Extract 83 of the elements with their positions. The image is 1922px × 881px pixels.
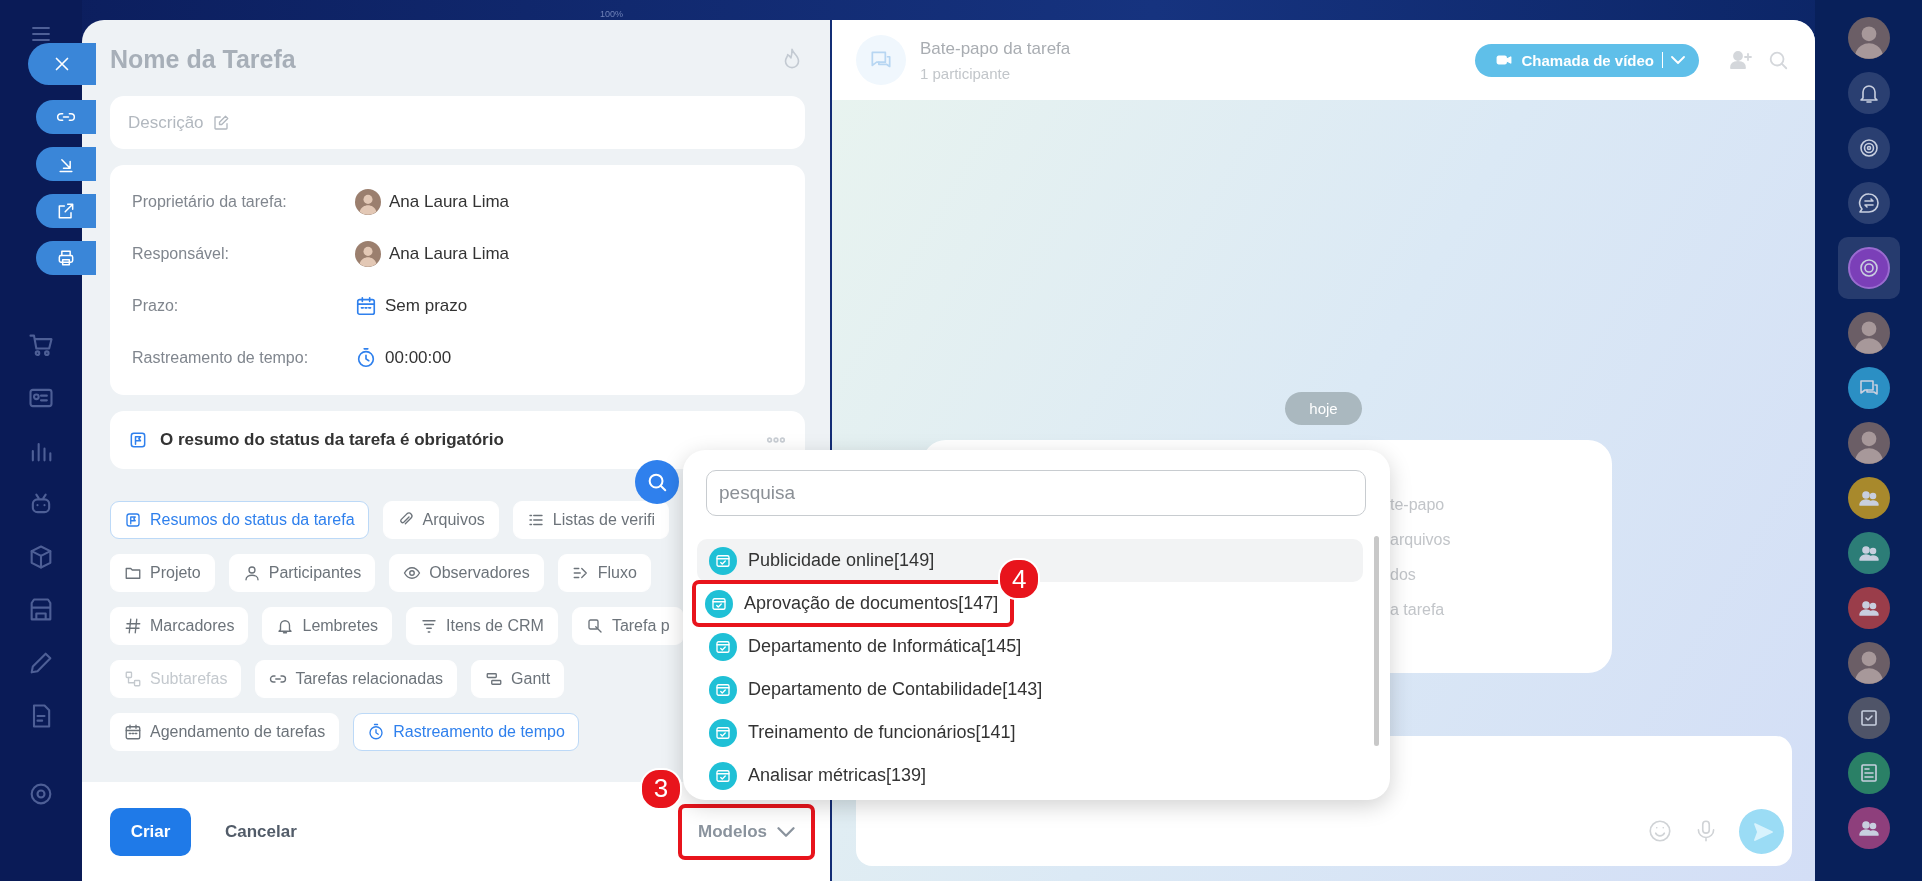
option-chip[interactable]: Lembretes	[262, 607, 393, 645]
field-value: 00:00:00	[385, 348, 452, 368]
option-chip[interactable]: Itens de CRM	[406, 607, 558, 645]
step-number-badge: 3	[640, 767, 683, 810]
template-item[interactable]: Treinamento de funcionários[141]	[697, 711, 1363, 754]
option-chip[interactable]: Projeto	[110, 554, 215, 592]
swap-icon	[1856, 191, 1881, 215]
assistant-button[interactable]	[1847, 247, 1890, 289]
chat-title: Bate-papo da tarefa	[920, 38, 1072, 59]
chat-button[interactable]	[1847, 367, 1890, 409]
download-button[interactable]	[36, 147, 96, 181]
person-icon	[242, 564, 261, 582]
chevron-icon	[777, 826, 795, 837]
message-line: arquivos	[1390, 531, 1452, 550]
search-icon	[646, 471, 668, 493]
option-chip[interactable]: Observadores	[389, 554, 544, 592]
templates-button[interactable]: Modelos	[692, 813, 801, 850]
zoom-label: 100%	[600, 9, 624, 19]
field-value[interactable]: Ana Laura Lima	[389, 192, 510, 212]
swap-button[interactable]	[1847, 182, 1890, 224]
open-external-button[interactable]	[36, 194, 96, 228]
status-summary-text: O resumo do status da tarefa é obrigatório	[160, 430, 505, 450]
subtask-icon	[124, 670, 142, 688]
field-label: Proprietário da tarefa:	[132, 193, 288, 211]
option-chip[interactable]: Marcadores	[110, 607, 249, 645]
date-divider: hoje	[1285, 392, 1362, 425]
bell-icon	[276, 617, 295, 635]
timer-icon	[367, 723, 386, 741]
group-button[interactable]	[1847, 477, 1890, 519]
flag-icon	[128, 430, 148, 450]
field-label: Prazo:	[132, 297, 180, 315]
search-field[interactable]: pesquisa	[706, 470, 1366, 516]
field-value[interactable]: Ana Laura Lima	[389, 244, 510, 264]
link-button[interactable]	[36, 100, 96, 134]
description-placeholder: Descrição	[128, 112, 204, 133]
spiral-button[interactable]	[1847, 127, 1890, 169]
field-label: Rastreamento de tempo:	[132, 349, 310, 367]
chevron-icon	[1671, 56, 1685, 64]
create-button[interactable]: Criar	[110, 807, 191, 856]
close-button[interactable]	[28, 43, 96, 85]
field-label: Responsável:	[132, 245, 230, 263]
bell-button[interactable]	[1847, 72, 1890, 114]
taskbox-button[interactable]	[1847, 697, 1890, 739]
template-item[interactable]: Analisar métricas[139]	[697, 754, 1363, 797]
template-item[interactable]: Departamento de Informática[145]	[697, 625, 1363, 668]
option-chip[interactable]: Resumos do status da tarefa	[110, 501, 369, 539]
eye-icon	[403, 564, 422, 582]
option-chip[interactable]: Rastreamento de tempo	[353, 713, 579, 751]
option-chip[interactable]: Tarefas relacionadas	[255, 660, 458, 698]
print-button[interactable]	[36, 241, 96, 275]
gantt-icon	[485, 670, 504, 688]
calendar-icon	[355, 295, 377, 317]
group-button[interactable]	[1847, 532, 1890, 574]
option-chip[interactable]: Arquivos	[382, 501, 499, 539]
message-line: dos	[1390, 566, 1417, 585]
cancel-button[interactable]: Cancelar	[225, 821, 297, 842]
crm-icon	[420, 617, 439, 635]
field-value: Sem prazo	[385, 296, 468, 316]
option-chip[interactable]: Listas de verifi	[512, 501, 670, 539]
hash-icon	[124, 617, 142, 635]
avatar-icon	[355, 241, 381, 267]
participant-count: 1 participante	[920, 64, 1012, 82]
option-chip[interactable]: Gantt	[471, 660, 565, 698]
flag-icon	[124, 511, 142, 529]
option-chip[interactable]: Tarefa p	[571, 607, 684, 645]
calendar-icon	[124, 723, 142, 741]
timer-icon	[355, 347, 377, 369]
option-chip[interactable]: Agendamento de tarefas	[110, 713, 340, 751]
message-line: a tarefa	[1390, 601, 1446, 620]
option-chip[interactable]: Participantes	[228, 554, 376, 592]
avatar-icon	[355, 189, 381, 215]
external-icon	[56, 201, 76, 221]
template-item[interactable]: Departamento de Contabilidade[143]	[697, 668, 1363, 711]
edit-icon	[211, 113, 230, 132]
group-button[interactable]	[1847, 807, 1890, 849]
message-line: te-papo	[1390, 496, 1446, 515]
option-chip[interactable]: Fluxo	[557, 554, 651, 592]
news-button[interactable]	[1847, 752, 1890, 794]
task-icon	[585, 617, 604, 635]
print-icon	[56, 248, 76, 268]
group-button[interactable]	[1847, 587, 1890, 629]
scrollbar[interactable]	[1374, 536, 1379, 746]
step-number-badge: 4	[998, 558, 1041, 600]
